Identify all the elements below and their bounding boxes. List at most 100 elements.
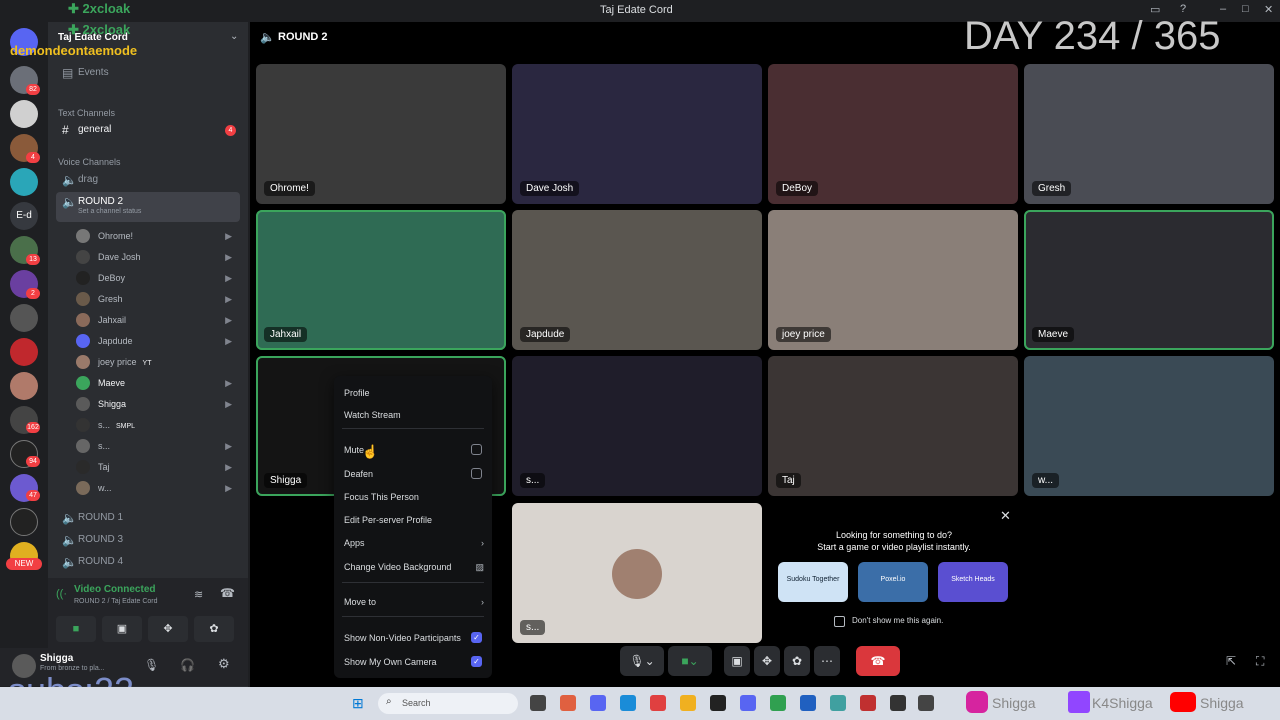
voice-user[interactable]: w... ▶ [74, 478, 240, 498]
soundboard-button[interactable]: ✿ [194, 616, 234, 642]
channel-general[interactable]: # general 4 [56, 120, 240, 140]
camera-button[interactable]: ■ [56, 616, 96, 642]
obs-icon[interactable] [860, 695, 876, 711]
leave-call-button[interactable]: ☎ [856, 646, 900, 676]
voice-user[interactable]: Jahxail ▶ [74, 310, 240, 330]
menu-item-show-own-camera[interactable]: Show My Own Camera ✓ [344, 655, 484, 669]
video-tile[interactable]: s... [512, 503, 762, 643]
explorer-icon[interactable] [680, 695, 696, 711]
teams-icon[interactable] [590, 695, 606, 711]
menu-item-edit-profile[interactable]: Edit Per-server Profile [344, 513, 484, 527]
video-tile[interactable]: Dave Josh [512, 64, 762, 204]
text-channels-header[interactable]: Text Channels [58, 108, 115, 118]
server-icon[interactable] [10, 338, 38, 366]
menu-item-watch-stream[interactable]: Watch Stream [344, 408, 484, 422]
voice-user[interactable]: Gresh ▶ [74, 289, 240, 309]
app-icon[interactable] [918, 695, 934, 711]
connection-detail[interactable]: ROUND 2 / Taj Edate Cord [74, 598, 158, 605]
video-tile[interactable]: w... [1024, 356, 1274, 496]
voice-channel-round3[interactable]: 🔈 ROUND 3 [56, 530, 240, 550]
video-tile[interactable]: joey price [768, 210, 1018, 350]
microphone-icon[interactable]: 🎙 [144, 658, 159, 672]
menu-item-deafen[interactable]: Deafen [344, 467, 484, 481]
game-poxel[interactable]: Poxel.io [858, 562, 928, 602]
task-view-icon[interactable] [530, 695, 546, 711]
server-ed[interactable]: E-d [10, 202, 38, 230]
video-tile[interactable]: Maeve [1024, 210, 1274, 350]
video-tile[interactable]: Japdude [512, 210, 762, 350]
server-icon[interactable] [10, 372, 38, 400]
app-icon[interactable] [770, 695, 786, 711]
video-tile[interactable]: Taj [768, 356, 1018, 496]
non-video-checkbox[interactable]: ✓ [471, 632, 482, 643]
menu-item-apps[interactable]: Apps › [344, 536, 484, 550]
dont-show-checkbox[interactable] [834, 616, 845, 627]
soundboard-button[interactable]: ✿ [784, 646, 810, 676]
screenshare-button[interactable]: ▣ [102, 616, 142, 642]
video-tile[interactable]: s... [512, 356, 762, 496]
game-sketch-heads[interactable]: Sketch Heads [938, 562, 1008, 602]
app-icon[interactable] [830, 695, 846, 711]
discord-icon[interactable] [740, 695, 756, 711]
server-icon[interactable] [10, 168, 38, 196]
edge-icon[interactable] [620, 695, 636, 711]
voice-channel-drag[interactable]: 🔈 drag [56, 170, 240, 190]
copilot-icon[interactable] [560, 695, 576, 711]
video-tile[interactable]: Jahxail [256, 210, 506, 350]
voice-channel-round2[interactable]: 🔈 ROUND 2 Set a channel status [56, 192, 240, 222]
disconnect-icon[interactable]: ☎ [220, 586, 235, 600]
camera-toggle-button[interactable]: ■⌄ [668, 646, 712, 676]
menu-item-profile[interactable]: Profile [344, 386, 484, 400]
video-tile[interactable]: Ohrome! [256, 64, 506, 204]
gear-icon[interactable]: ⚙ [218, 656, 230, 672]
video-tile[interactable]: Gresh [1024, 64, 1274, 204]
menu-item-focus[interactable]: Focus This Person [344, 490, 484, 504]
popout-icon[interactable]: ⇱ [1226, 654, 1236, 668]
screenshare-button[interactable]: ▣ [724, 646, 750, 676]
headphones-icon[interactable]: 🎧 [180, 658, 195, 672]
voice-channels-header[interactable]: Voice Channels [58, 157, 121, 167]
voice-user[interactable]: Shigga ▶ [74, 394, 240, 414]
server-icon[interactable] [10, 100, 38, 128]
app-icon[interactable] [800, 695, 816, 711]
voice-user[interactable]: Taj ▶ [74, 457, 240, 477]
voice-user[interactable]: joey price YT [74, 352, 240, 372]
server-icon[interactable] [10, 304, 38, 332]
mute-checkbox[interactable] [471, 444, 482, 455]
chrome-icon[interactable] [650, 695, 666, 711]
taskbar-search[interactable]: ⌕ Search [378, 693, 518, 714]
voice-user[interactable]: Maeve ▶ [74, 373, 240, 393]
events-item[interactable]: ▤ Events [56, 63, 240, 83]
voice-user[interactable]: Ohrome! ▶ [74, 226, 240, 246]
voice-user[interactable]: s... ▶ [74, 436, 240, 456]
minimize-button[interactable]: – [1220, 3, 1226, 15]
close-icon[interactable]: ✕ [1000, 508, 1011, 524]
app-icon[interactable] [890, 695, 906, 711]
fullscreen-icon[interactable]: ⛶ [1256, 654, 1264, 669]
maximize-button[interactable]: □ [1242, 3, 1249, 15]
voice-user[interactable]: s... SMPL [74, 415, 240, 435]
windows-start-icon[interactable]: ⊞ [352, 695, 364, 712]
menu-item-move-to[interactable]: Move to › [344, 595, 484, 609]
steam-icon[interactable] [710, 695, 726, 711]
activities-button[interactable]: ✥ [754, 646, 780, 676]
server-icon[interactable] [10, 508, 38, 536]
chevron-down-icon[interactable]: ⌄ [230, 31, 238, 42]
close-window-button[interactable]: ✕ [1264, 3, 1273, 16]
own-camera-checkbox[interactable]: ✓ [471, 656, 482, 667]
more-options-button[interactable]: ⋯ [814, 646, 840, 676]
video-tile[interactable]: DeBoy [768, 64, 1018, 204]
mute-mic-button[interactable]: 🎙⌄ [620, 646, 664, 676]
voice-user[interactable]: Dave Josh ▶ [74, 247, 240, 267]
channel-status-hint[interactable]: Set a channel status [78, 206, 141, 218]
menu-item-show-non-video[interactable]: Show Non-Video Participants ✓ [344, 631, 484, 645]
voice-channel-round4[interactable]: 🔈 ROUND 4 [56, 552, 240, 572]
voice-user[interactable]: DeBoy ▶ [74, 268, 240, 288]
noise-suppression-icon[interactable]: ≋ [194, 588, 203, 601]
game-sudoku[interactable]: Sudoku Together [778, 562, 848, 602]
deafen-checkbox[interactable] [471, 468, 482, 479]
voice-channel-round1[interactable]: 🔈 ROUND 1 [56, 508, 240, 528]
activities-button[interactable]: ✥ [148, 616, 188, 642]
voice-user[interactable]: Japdude ▶ [74, 331, 240, 351]
menu-item-change-background[interactable]: Change Video Background ▨ [344, 560, 484, 574]
